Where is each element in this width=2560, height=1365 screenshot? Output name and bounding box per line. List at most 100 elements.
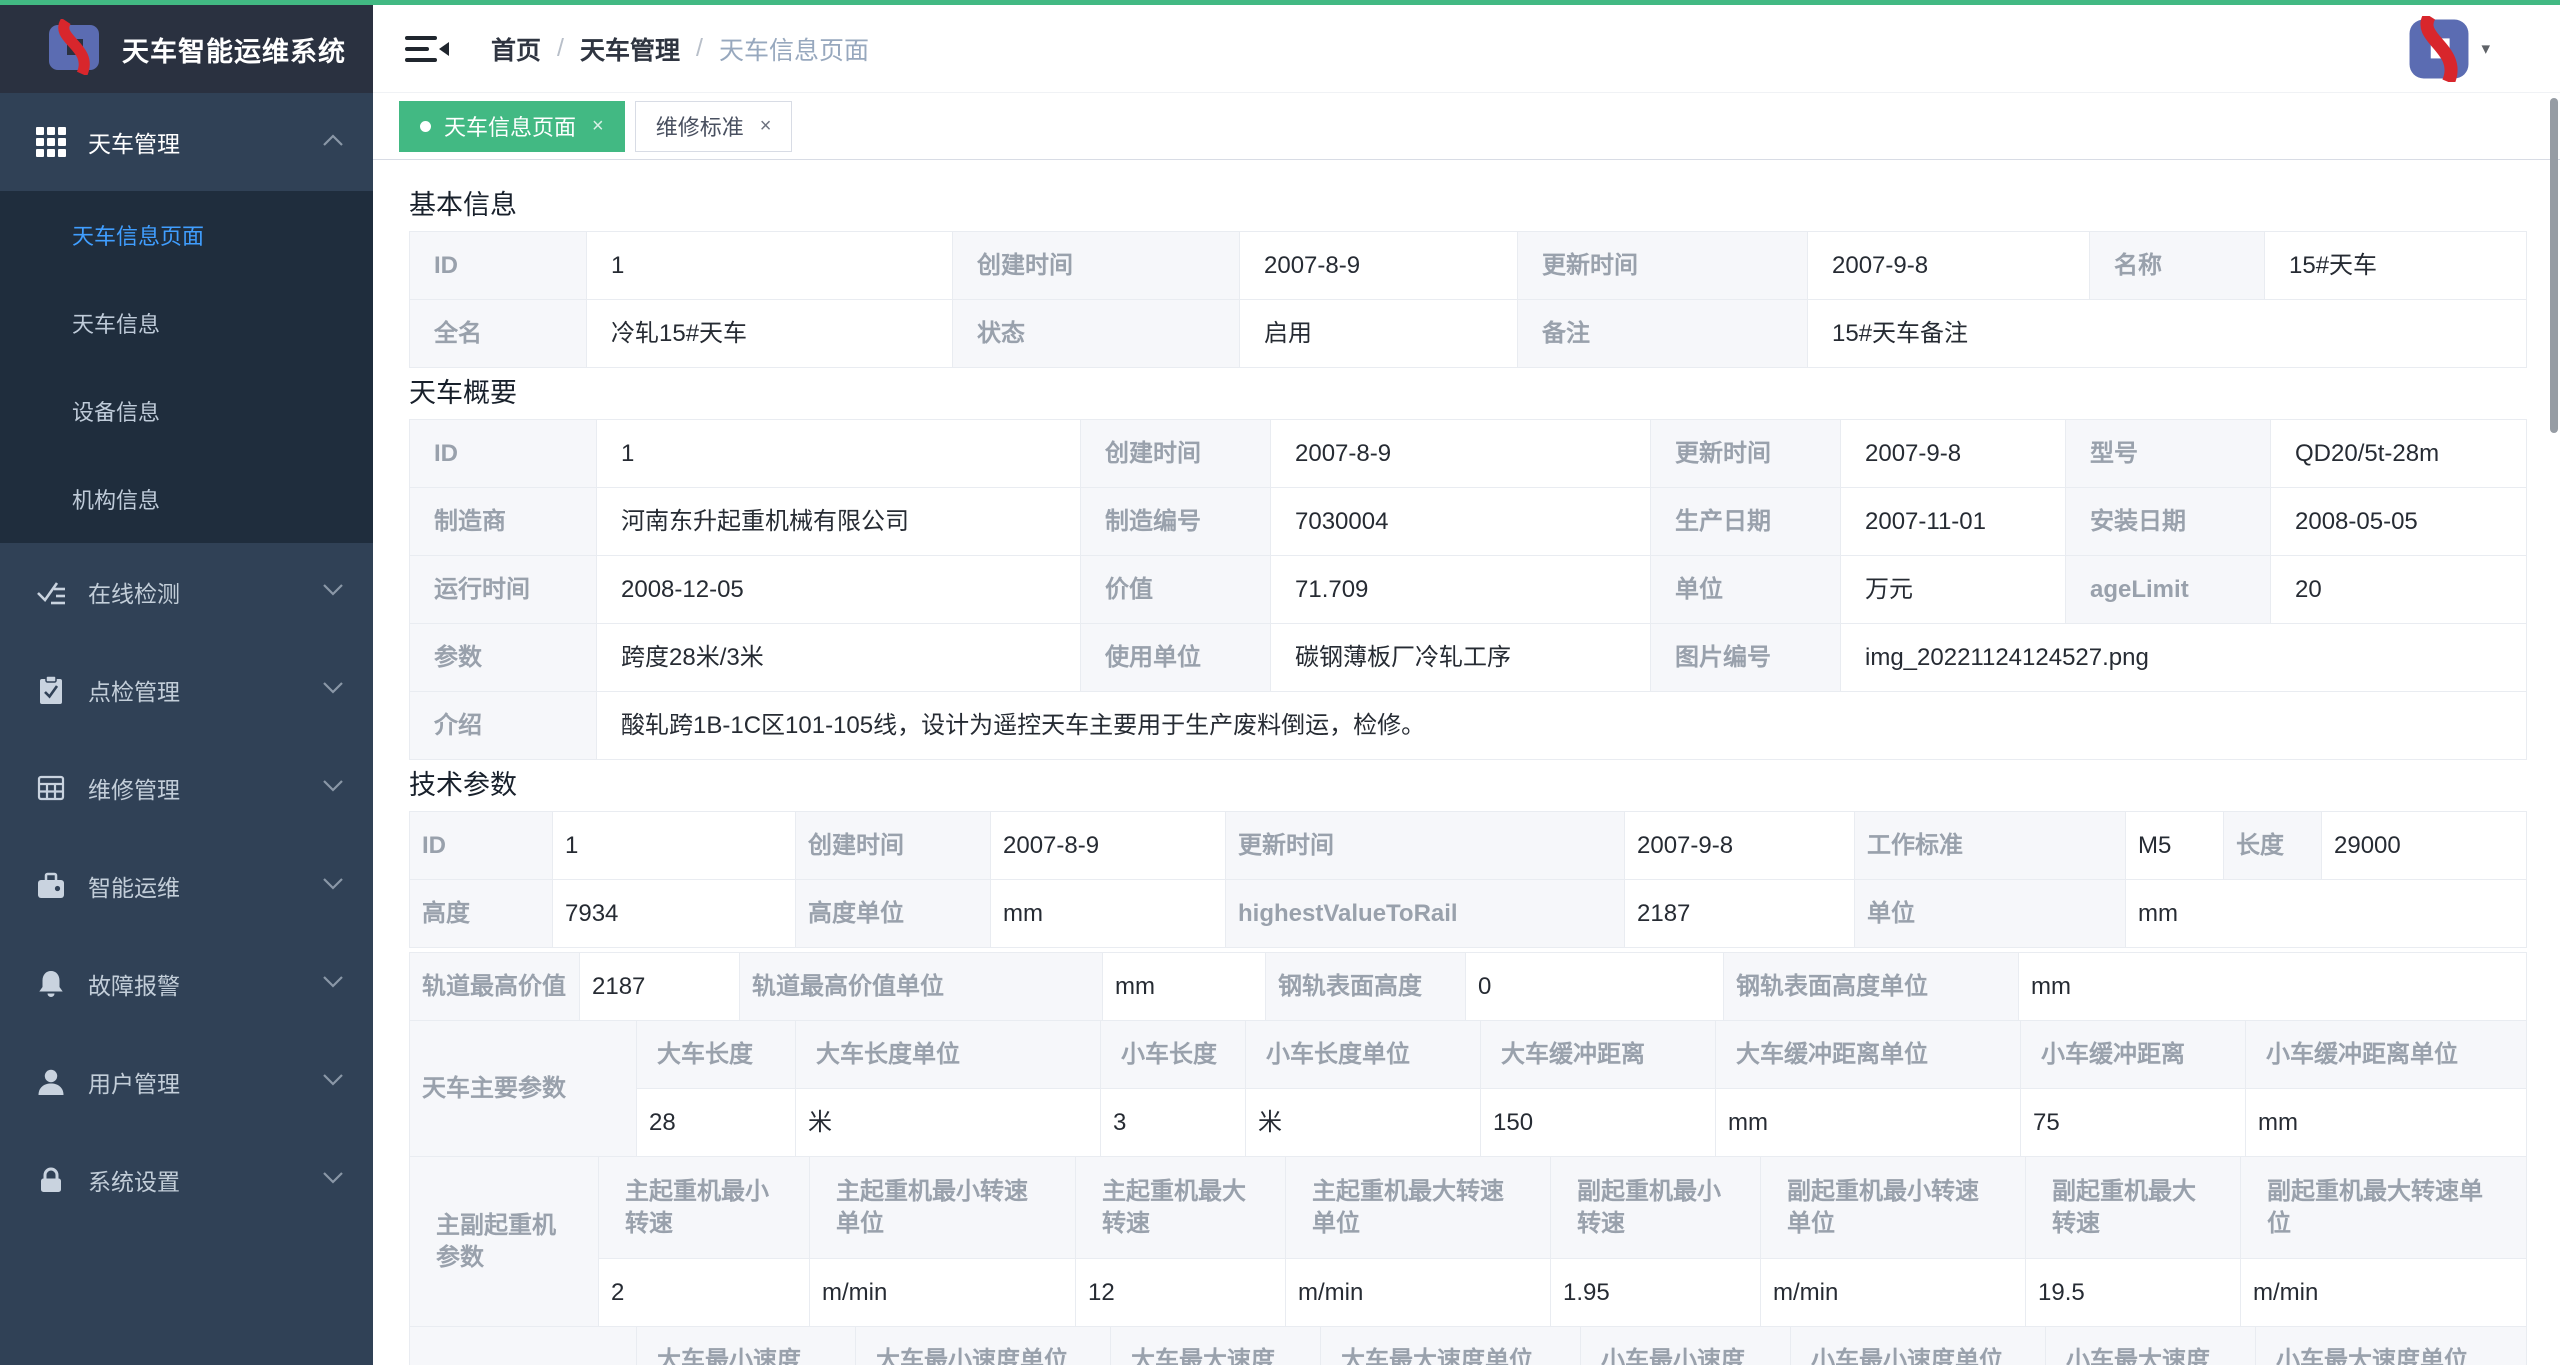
sidebar-item-crane-info[interactable]: 天车信息	[0, 279, 373, 367]
sidebar-item-intelligent-om[interactable]: 智能运维	[0, 837, 373, 935]
table-row: ID 1 创建时间 2007-8-9 更新时间 2007-9-8 名称 15#天…	[410, 232, 2527, 300]
param-header: 大车缓冲距离	[1481, 1021, 1716, 1089]
field-value: 2007-9-8	[1808, 232, 2090, 300]
checklist-icon	[36, 577, 66, 607]
field-label: 更新时间	[1518, 232, 1808, 300]
breadcrumb-separator: /	[557, 34, 564, 63]
field-value: 酸轧跨1B-1C区101-105线，设计为遥控天车主要用于生产废料倒运，检修。	[597, 692, 2527, 760]
submenu-label: 天车信息	[72, 307, 160, 339]
field-label: 安装日期	[2066, 488, 2271, 556]
table-row: 主副起重机参数 主起重机最小转速 主起重机最小转速单位 主起重机最大转速 主起重…	[410, 1157, 2527, 1259]
param-header: 小车最小速度单位	[1791, 1327, 2046, 1365]
field-label: 名称	[2090, 232, 2265, 300]
field-label: ID	[410, 420, 597, 488]
sidebar-item-user-management[interactable]: 用户管理	[0, 1033, 373, 1131]
param-header: 小车长度	[1101, 1021, 1246, 1089]
sidebar-item-fault-alarm[interactable]: 故障报警	[0, 935, 373, 1033]
field-label: 制造编号	[1081, 488, 1271, 556]
param-header: 副起重机最小转速单位	[1761, 1157, 2026, 1259]
caret-down-icon[interactable]: ▾	[2481, 39, 2490, 59]
param-header: 副起重机最大转速单位	[2241, 1157, 2527, 1259]
field-value: mm	[2126, 880, 2527, 948]
speed-params-table: 大车最小速度 大车最小速度单位 大车最大速度 大车最大速度单位 小车最小速度 小…	[409, 1326, 2527, 1365]
breadcrumb-separator: /	[696, 34, 703, 63]
field-value: mm	[2019, 953, 2527, 1021]
field-label: 轨道最高价值单位	[740, 953, 1103, 1021]
field-label: 价值	[1081, 556, 1271, 624]
chevron-down-icon	[323, 877, 343, 895]
param-header: 主起重机最小转速	[599, 1157, 810, 1259]
field-label: 运行时间	[410, 556, 597, 624]
param-header: 大车最小速度	[637, 1327, 856, 1365]
field-value: 2007-8-9	[1271, 420, 1651, 488]
param-header: 小车最大速度	[2046, 1327, 2256, 1365]
tab-label: 维修标准	[656, 110, 744, 142]
param-value: 米	[1246, 1089, 1481, 1157]
sidebar-item-online-detection[interactable]: 在线检测	[0, 543, 373, 641]
sidebar-item-label: 故障报警	[88, 967, 180, 1001]
field-label: 工作标准	[1855, 812, 2126, 880]
sidebar-item-organization-info[interactable]: 机构信息	[0, 455, 373, 543]
table-row: ID 1 创建时间 2007-8-9 更新时间 2007-9-8 工作标准 M5…	[410, 812, 2527, 880]
avatar[interactable]	[2403, 13, 2475, 85]
breadcrumb: 首页 / 天车管理 / 天车信息页面	[491, 31, 869, 67]
param-header: 主起重机最小转速单位	[810, 1157, 1076, 1259]
field-value: 2007-11-01	[1841, 488, 2066, 556]
technical-params-table-top: ID 1 创建时间 2007-8-9 更新时间 2007-9-8 工作标准 M5…	[409, 811, 2527, 948]
close-icon[interactable]: ×	[760, 115, 772, 138]
scrollbar-thumb[interactable]	[2550, 98, 2558, 433]
group-label	[410, 1327, 637, 1365]
sidebar-item-crane-management[interactable]: 天车管理	[0, 93, 373, 191]
sidebar-menu: 天车管理 天车信息页面 天车信息 设备信息 机构信息 在线检测	[0, 93, 373, 1229]
table-row: ID 1 创建时间 2007-8-9 更新时间 2007-9-8 型号 QD20…	[410, 420, 2527, 488]
breadcrumb-current: 天车信息页面	[719, 31, 869, 67]
briefcase-icon	[36, 871, 66, 901]
group-label: 主副起重机参数	[410, 1157, 599, 1327]
sidebar-item-equipment-info[interactable]: 设备信息	[0, 367, 373, 455]
table-row: 全名 冷轧15#天车 状态 启用 备注 15#天车备注	[410, 300, 2527, 368]
sidebar-item-system-settings[interactable]: 系统设置	[0, 1131, 373, 1229]
sidebar-item-maintenance-management[interactable]: 维修管理	[0, 739, 373, 837]
sidebar-item-label: 系统设置	[88, 1163, 180, 1197]
param-value: 3	[1101, 1089, 1246, 1157]
sidebar-item-label: 维修管理	[88, 771, 180, 805]
user-avatar-dropdown[interactable]: ▾	[2403, 13, 2490, 85]
field-label: 状态	[953, 300, 1240, 368]
param-value: 75	[2021, 1089, 2246, 1157]
param-header: 主起重机最大转速单位	[1286, 1157, 1551, 1259]
field-label: 生产日期	[1651, 488, 1841, 556]
section-title-basic-info: 基本信息	[409, 190, 2560, 221]
field-value: 碳钢薄板厂冷轧工序	[1271, 624, 1651, 692]
crane-main-params-table: 天车主要参数 大车长度 大车长度单位 小车长度 小车长度单位 大车缓冲距离 大车…	[409, 1020, 2527, 1157]
field-label: 图片编号	[1651, 624, 1841, 692]
section-title-crane-overview: 天车概要	[409, 378, 2560, 409]
breadcrumb-crane-management[interactable]: 天车管理	[580, 31, 680, 67]
field-label: 备注	[1518, 300, 1808, 368]
bell-icon	[36, 969, 66, 999]
sidebar-item-crane-info-page[interactable]: 天车信息页面	[0, 191, 373, 279]
param-value: mm	[2246, 1089, 2527, 1157]
table-row: 轨道最高价值 2187 轨道最高价值单位 mm 钢轨表面高度 0 钢轨表面高度单…	[410, 953, 2527, 1021]
submenu-label: 机构信息	[72, 483, 160, 515]
field-label: 创建时间	[796, 812, 991, 880]
tab-crane-info-page[interactable]: 天车信息页面 ×	[399, 101, 625, 152]
field-value: 20	[2271, 556, 2527, 624]
field-value: 15#天车备注	[1808, 300, 2527, 368]
close-icon[interactable]: ×	[592, 115, 604, 138]
breadcrumb-home[interactable]: 首页	[491, 31, 541, 67]
table-row: 参数 跨度28米/3米 使用单位 碳钢薄板厂冷轧工序 图片编号 img_2022…	[410, 624, 2527, 692]
param-header: 大车缓冲距离单位	[1716, 1021, 2021, 1089]
sidebar-item-inspection-management[interactable]: 点检管理	[0, 641, 373, 739]
chevron-down-icon	[323, 975, 343, 993]
tab-maintenance-standard[interactable]: 维修标准 ×	[635, 101, 793, 152]
param-header: 大车长度单位	[796, 1021, 1101, 1089]
page-content: 基本信息 ID 1 创建时间 2007-8-9 更新时间 2007-9-8 名称…	[373, 160, 2560, 1365]
menu-fold-icon[interactable]	[405, 33, 449, 65]
sidebar-submenu-wrap: 天车信息页面 天车信息 设备信息 机构信息	[0, 191, 373, 543]
param-header: 副起重机最大转速	[2026, 1157, 2241, 1259]
hoist-params-table: 主副起重机参数 主起重机最小转速 主起重机最小转速单位 主起重机最大转速 主起重…	[409, 1156, 2527, 1327]
field-value: 2008-05-05	[2271, 488, 2527, 556]
field-value: 7030004	[1271, 488, 1651, 556]
field-value: 2007-9-8	[1625, 812, 1855, 880]
field-label: ID	[410, 232, 587, 300]
